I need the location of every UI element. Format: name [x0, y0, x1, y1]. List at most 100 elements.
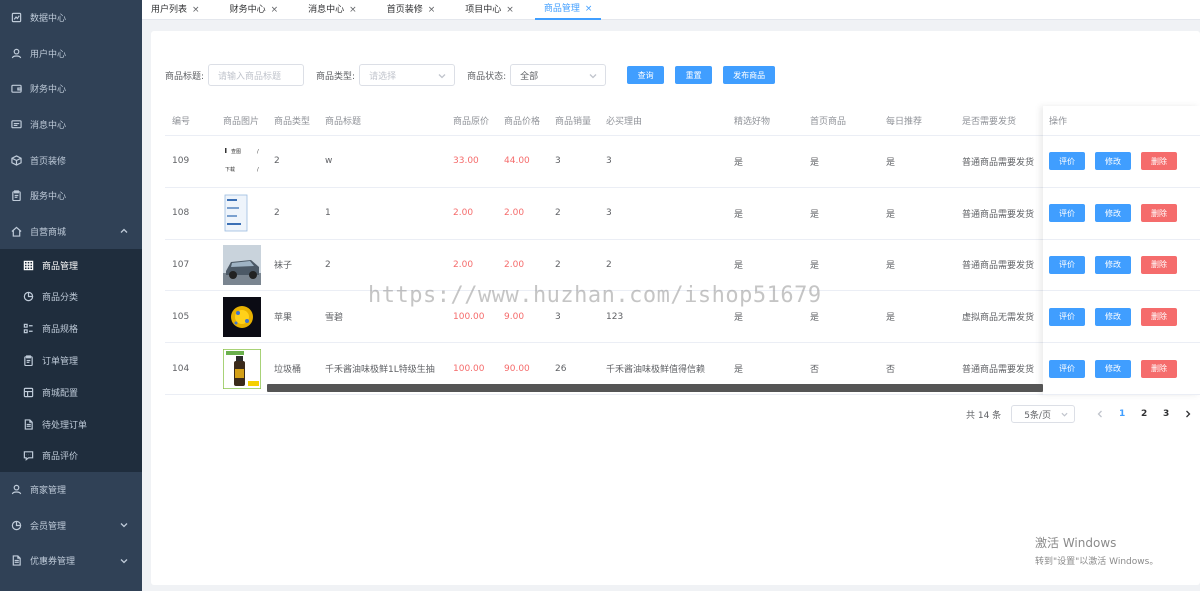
sidebar-item-sidebar-submenu-1[interactable]: 商品分类 [0, 281, 142, 313]
delete-button[interactable]: 删除 [1141, 204, 1177, 223]
tab-1[interactable]: 财务中心 × [221, 0, 288, 20]
cell-daily: 是 [886, 313, 896, 324]
close-icon[interactable]: × [192, 2, 200, 19]
next-page-button[interactable] [1177, 410, 1199, 418]
review-button[interactable]: 评价 [1049, 255, 1085, 274]
tab-3[interactable]: 首页装修 × [378, 0, 445, 20]
sidebar-item-sidebar-items-0[interactable]: 数据中心 [0, 0, 142, 36]
edit-button[interactable]: 修改 [1095, 255, 1131, 274]
delete-button[interactable]: 删除 [1141, 152, 1177, 171]
edit-button[interactable]: 修改 [1095, 204, 1131, 223]
cell-featured: 是 [734, 313, 744, 324]
sidebar-item-sidebar-submenu-6[interactable]: 商品评价 [0, 440, 142, 472]
sidebar-item-sidebar-submenu-2[interactable]: 商品规格 [0, 313, 142, 345]
sidebar-item-label: 商品管理 [42, 261, 79, 272]
review-button[interactable]: 评价 [1049, 152, 1085, 171]
column-header: 商品标题 [325, 117, 362, 127]
sidebar-item-sidebar-items-2[interactable]: 财务中心 [0, 71, 142, 107]
sidebar-item-label: 商品规格 [42, 325, 79, 336]
sidebar-item-sidebar-items-3[interactable]: 消息中心 [0, 107, 142, 143]
review-button[interactable]: 评价 [1049, 307, 1085, 326]
cell-orig: 100.00 [453, 311, 485, 322]
cell-featured: 是 [734, 209, 744, 220]
sidebar-item-sidebar-bottom_items-1[interactable]: 会员管理 [0, 507, 142, 543]
close-icon[interactable]: × [349, 2, 357, 19]
sidebar-item-label: 用户中心 [30, 49, 67, 60]
title-search-input[interactable]: 请输入商品标题 [208, 64, 305, 86]
layout-icon [22, 386, 34, 398]
cell-reason: 123 [606, 311, 624, 322]
edit-button[interactable]: 修改 [1095, 307, 1131, 326]
page-1-button[interactable]: 1 [1111, 409, 1133, 419]
page-2-button[interactable]: 2 [1133, 409, 1155, 419]
user-icon [10, 47, 22, 59]
cell-id: 109 [172, 156, 190, 167]
sidebar-item-label: 商城配置 [42, 388, 79, 399]
close-icon[interactable]: × [428, 2, 436, 19]
sidebar-item-sidebar-submenu-3[interactable]: 订单管理 [0, 345, 142, 377]
sidebar-item-sidebar-bottom_items-0[interactable]: 商家管理 [0, 472, 142, 508]
cell-daily: 是 [886, 209, 896, 220]
product-image [216, 348, 267, 389]
reset-button[interactable]: 重置 [675, 66, 713, 84]
tab-label: 商品管理 [543, 3, 580, 14]
page-3-button[interactable]: 3 [1155, 409, 1177, 419]
cell-title: w [325, 156, 333, 167]
sidebar-item-sidebar-submenu-5[interactable]: 待处理订单 [0, 408, 142, 440]
edit-button[interactable]: 修改 [1095, 152, 1131, 171]
sidebar-item-sidebar-submenu-0[interactable]: 商品管理 [0, 249, 142, 281]
review-button[interactable]: 评价 [1049, 204, 1085, 223]
cell-type: 苹果 [274, 313, 293, 324]
sidebar-item-sidebar-items-1[interactable]: 用户中心 [0, 36, 142, 72]
product-table: 编号 商品图片 商品类型 商品标题 商品原价 商品价格 商品销量 必买理由 精选好物 首页商品 每日… [165, 106, 1200, 395]
page-size-value: 5条/页 [1024, 410, 1051, 421]
close-icon[interactable]: × [585, 1, 593, 18]
page-size-select[interactable]: 5条/页 [1011, 405, 1076, 423]
sidebar-item-sidebar-items-6[interactable]: 自营商城 [0, 214, 142, 250]
edit-button[interactable]: 修改 [1095, 359, 1131, 378]
sidebar-item-sidebar-items-5[interactable]: 服务中心 [0, 178, 142, 214]
delete-button[interactable]: 删除 [1141, 307, 1177, 326]
prev-page-button[interactable] [1089, 410, 1111, 418]
cell-home: 是 [810, 261, 820, 272]
sidebar-item-sidebar-submenu-4[interactable]: 商城配置 [0, 376, 142, 408]
actions-row: 评价 修改 删除 [1043, 343, 1200, 395]
title-input-placeholder: 请输入商品标题 [218, 71, 282, 82]
delete-button[interactable]: 删除 [1141, 359, 1177, 378]
tab-2[interactable]: 消息中心 × [299, 0, 366, 20]
cell-title: 1 [325, 208, 331, 219]
delete-button[interactable]: 删除 [1141, 255, 1177, 274]
sidebar-item-label: 商品分类 [42, 293, 79, 304]
cell-title: 雪碧 [325, 313, 344, 324]
horizontal-scrollbar[interactable] [267, 384, 1043, 392]
tab-4[interactable]: 项目中心 × [456, 0, 523, 20]
tab-0[interactable]: 用户列表 × [142, 0, 209, 20]
publish-product-button[interactable]: 发布商品 [723, 66, 776, 84]
message-icon [10, 119, 22, 131]
sidebar-item-sidebar-items-4[interactable]: 首页装修 [0, 142, 142, 178]
status-filter-label: 商品状态: [467, 71, 507, 82]
user-icon [10, 484, 22, 496]
filter-bar: 商品标题: 请输入商品标题 商品类型: 请选择 商品状态: 全部 查询 重置 发… [165, 64, 776, 86]
list-icon [22, 323, 34, 335]
cell-sales: 2 [555, 259, 561, 270]
tab-label: 消息中心 [308, 4, 345, 15]
query-button[interactable]: 查询 [627, 66, 665, 84]
actions-row: 评价 修改 删除 [1043, 240, 1200, 292]
close-icon[interactable]: × [271, 2, 279, 19]
sidebar-item-sidebar-bottom_items-2[interactable]: 优惠券管理 [0, 543, 142, 579]
close-icon[interactable]: × [506, 2, 514, 19]
column-header: 是否需要发货 [962, 117, 1017, 127]
doc-icon [10, 555, 22, 567]
tab-5[interactable]: 商品管理 × [534, 0, 602, 20]
cell-type: 袜子 [274, 261, 293, 272]
status-select[interactable]: 全部 [510, 64, 607, 86]
cell-home: 是 [810, 313, 820, 324]
review-button[interactable]: 评价 [1049, 359, 1085, 378]
column-header: 商品类型 [274, 117, 311, 127]
type-select[interactable]: 请选择 [359, 64, 456, 86]
cell-home: 否 [810, 365, 820, 376]
content-panel: 商品标题: 请输入商品标题 商品类型: 请选择 商品状态: 全部 查询 重置 发… [151, 31, 1200, 585]
clipboard-icon [10, 190, 22, 202]
chart-icon [10, 12, 22, 24]
